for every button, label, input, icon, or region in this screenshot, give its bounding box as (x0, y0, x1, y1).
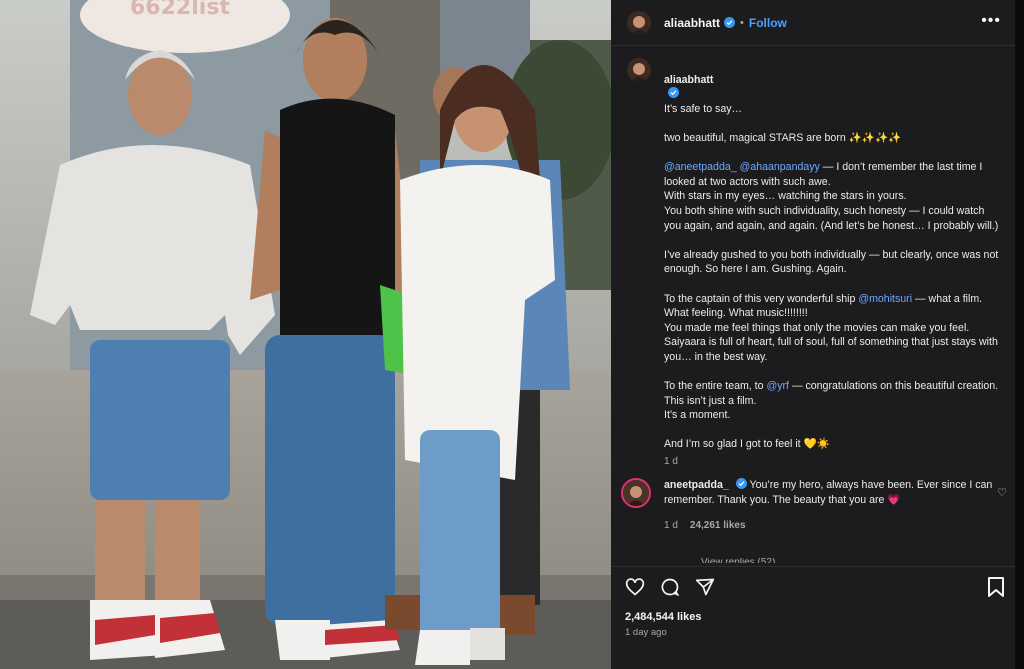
post-photo[interactable]: 6622list (0, 0, 611, 669)
commenter-username[interactable]: aneetpadda_ (664, 479, 729, 491)
author-avatar[interactable] (627, 10, 651, 35)
likes-count[interactable]: 2,484,544 likes (625, 611, 701, 623)
caption-author-avatar[interactable] (627, 58, 651, 82)
caption-paragraph: To the entire team, to (664, 380, 767, 393)
follow-button[interactable]: Follow (749, 16, 787, 30)
caption-paragraph: And I’m so glad I got to feel it 💛☀️ (664, 438, 830, 451)
view-replies-link[interactable]: View replies (52) (701, 558, 775, 563)
caption: aliaabhatt It’s safe to say… two beautif… (627, 58, 1005, 467)
mention-link[interactable]: @aneetpadda_ (664, 161, 737, 173)
sign-text: 6622list (130, 0, 230, 20)
post-timestamp: 1 day ago (625, 627, 667, 638)
author-username[interactable]: aliaabhatt (664, 16, 720, 30)
caption-age: 1 d (664, 456, 678, 468)
action-bar: 2,484,544 likes 1 day ago (611, 566, 1015, 669)
more-icon[interactable]: ••• (981, 13, 1001, 29)
comment-heart-icon[interactable]: ♡ (997, 486, 1007, 499)
caption-line1: It’s safe to say… (664, 102, 743, 115)
verified-badge-icon (668, 87, 679, 99)
comment-icon[interactable] (660, 577, 680, 597)
share-icon[interactable] (695, 577, 715, 597)
comment-item: aneetpadda_ You’re my hero, always have … (621, 478, 1011, 534)
caption-line2: two beautiful, magical STARS are born ✨✨… (664, 131, 902, 144)
verified-badge-icon (735, 478, 747, 489)
caption-paragraph: To the captain of this very wonderful sh… (664, 292, 859, 305)
comment-likes[interactable]: 24,261 likes (690, 520, 746, 531)
caption-paragraph: I’ve already gushed to you both individu… (664, 248, 999, 276)
mention-link[interactable]: @yrf (766, 380, 789, 392)
mention-link[interactable]: @mohitsuri (858, 293, 912, 305)
heart-icon[interactable] (625, 577, 645, 597)
mention-link[interactable]: @ahaanpandayy (740, 161, 820, 173)
post-sidebar: aliaabhatt • Follow ••• aliaabhatt It’s … (611, 0, 1015, 669)
post-header: aliaabhatt • Follow ••• (611, 0, 1015, 46)
bookmark-icon[interactable] (987, 577, 1005, 597)
comment-age: 1 d (664, 520, 678, 532)
verified-badge-icon (724, 17, 736, 28)
window-edge (1015, 0, 1024, 669)
caption-text: aliaabhatt It’s safe to say… two beautif… (664, 58, 1004, 452)
caption-author[interactable]: aliaabhatt (664, 74, 713, 86)
separator-dot: • (740, 16, 744, 29)
commenter-avatar[interactable] (621, 478, 651, 508)
